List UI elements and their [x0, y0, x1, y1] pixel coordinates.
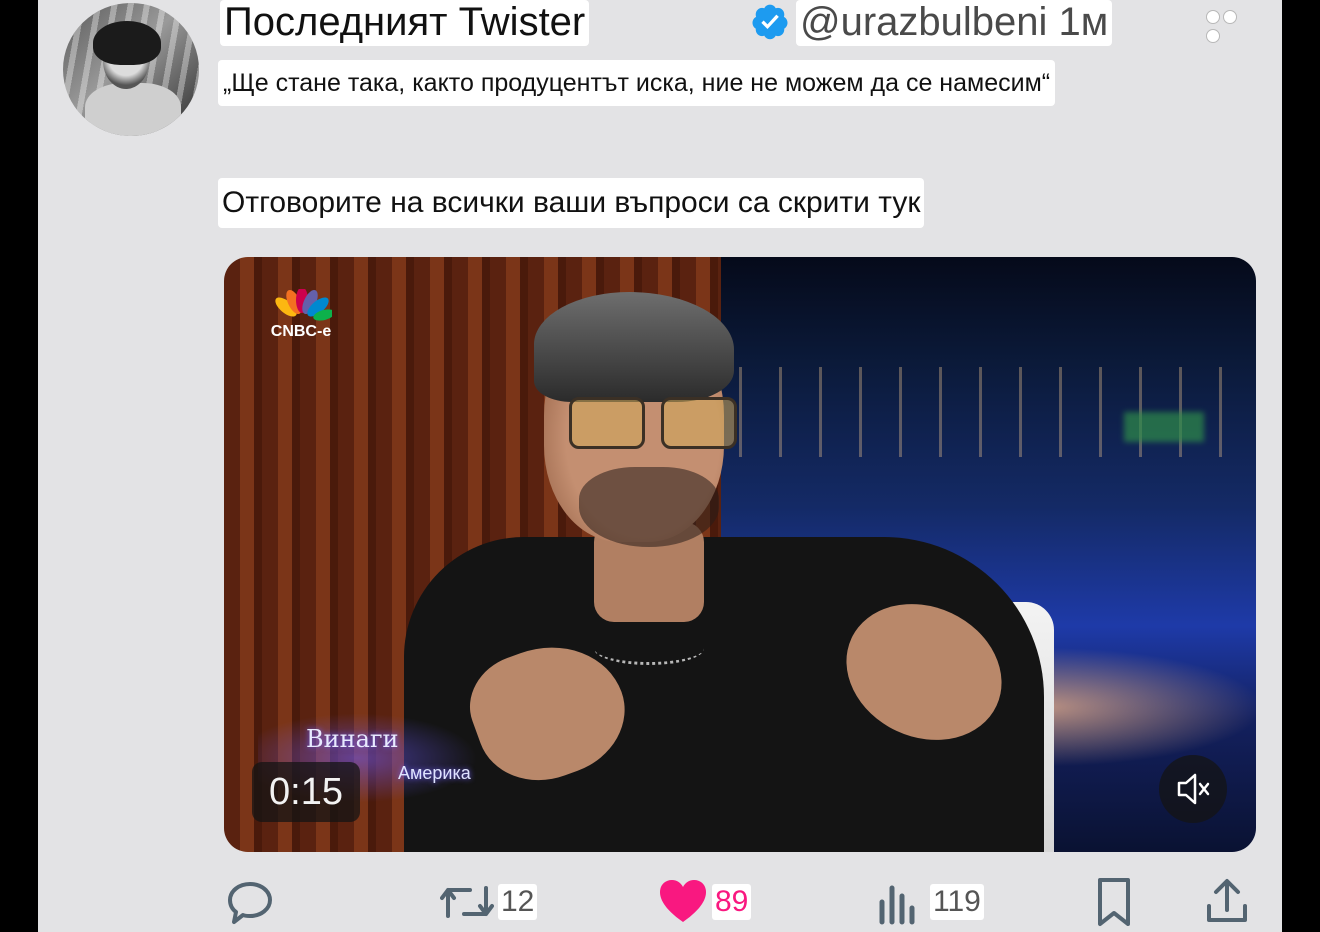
channel-logo: CNBC-e [262, 289, 340, 349]
person-hair [534, 292, 734, 402]
mute-button[interactable] [1159, 755, 1227, 823]
bookmark-icon[interactable] [1094, 872, 1134, 932]
avatar[interactable] [63, 3, 199, 136]
person-beard [579, 467, 719, 547]
verified-badge-icon [752, 4, 788, 40]
person-chain [594, 632, 704, 665]
peacock-icon [275, 289, 332, 321]
speaker-muted-icon [1177, 773, 1210, 805]
person-sunglasses [569, 397, 739, 449]
show-logo-subtitle: Америка [398, 763, 471, 783]
retweet-icon[interactable] [440, 872, 494, 932]
tweet-text-line-1: „Ще стане така, както продуцентът иска, … [218, 60, 1056, 106]
avatar-body [85, 83, 181, 136]
video-timer: 0:15 [252, 762, 360, 822]
more-dot [1223, 10, 1237, 24]
video-player[interactable]: CNBC-e Винаги Америка 0:15 [224, 257, 1256, 852]
author-display-name[interactable]: Последният Twister [220, 0, 590, 46]
share-icon[interactable] [1204, 872, 1250, 932]
channel-logo-text: CNBC-e [270, 323, 332, 340]
like-count: 89 [712, 884, 752, 920]
avatar-hair [93, 21, 161, 65]
video-green-sign [1124, 412, 1204, 442]
more-options-icon[interactable] [1206, 10, 1256, 43]
retweet-count: 12 [498, 884, 538, 920]
video-person [374, 287, 1074, 852]
tweet-text-line-2: Отговорите на всички ваши въпроси са скр… [218, 178, 925, 228]
reply-icon[interactable] [226, 872, 274, 932]
tweet-card[interactable]: Последният Twister @urazbulbeni 1м „Ще с… [38, 0, 1282, 932]
views-count: 119 [930, 884, 984, 920]
tweet-actions: 12 89 119 [38, 872, 1282, 932]
more-dot [1206, 10, 1220, 24]
more-dot [1206, 29, 1220, 43]
views-icon[interactable] [876, 872, 920, 932]
author-handle-timestamp[interactable]: @urazbulbeni 1м [796, 0, 1113, 46]
show-logo-title: Винаги [306, 725, 399, 753]
heart-icon[interactable] [658, 872, 708, 932]
